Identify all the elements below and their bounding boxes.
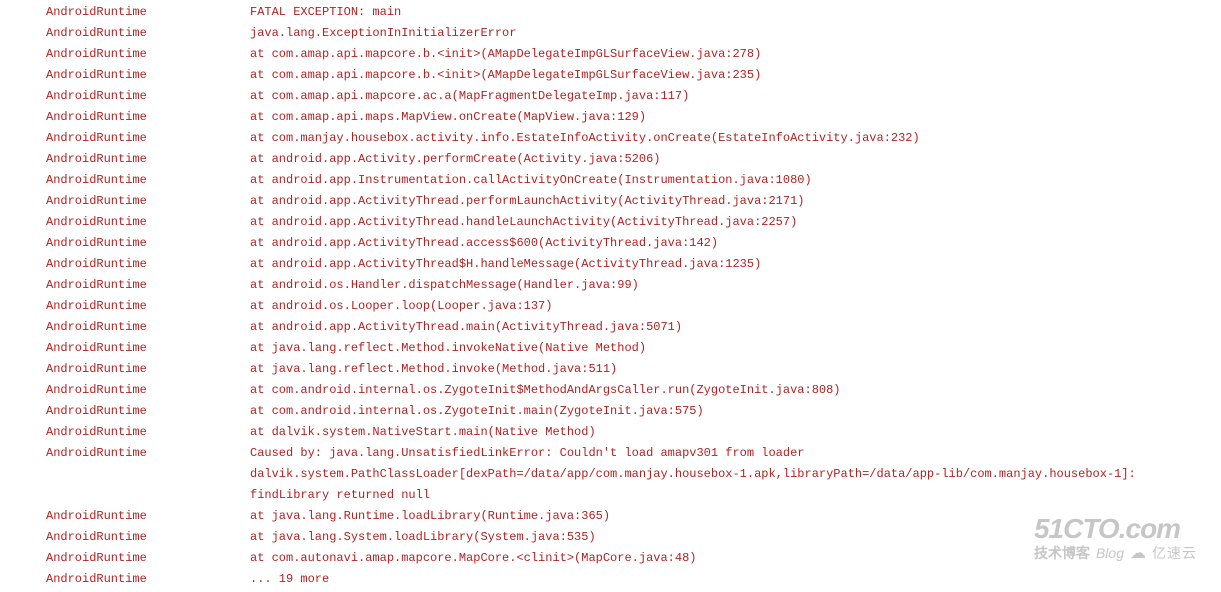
log-message: at com.manjay.housebox.activity.info.Est… [200, 128, 920, 149]
log-message: at android.app.Activity.performCreate(Ac… [200, 149, 660, 170]
log-line: AndroidRuntime at android.app.Instrument… [0, 170, 1221, 191]
log-tag: AndroidRuntime [0, 338, 200, 359]
log-tag: AndroidRuntime [0, 275, 200, 296]
log-message: Caused by: java.lang.UnsatisfiedLinkErro… [200, 443, 1160, 506]
log-line: AndroidRuntime at com.amap.api.maps.MapV… [0, 107, 1221, 128]
log-tag: AndroidRuntime [0, 107, 200, 128]
log-tag: AndroidRuntime [0, 443, 200, 506]
log-tag: AndroidRuntime [0, 506, 200, 527]
log-tag: AndroidRuntime [0, 359, 200, 380]
log-message: at android.app.Instrumentation.callActiv… [200, 170, 812, 191]
log-tag: AndroidRuntime [0, 86, 200, 107]
log-line: AndroidRuntime at com.manjay.housebox.ac… [0, 128, 1221, 149]
log-line: AndroidRuntime java.lang.ExceptionInInit… [0, 23, 1221, 44]
log-line: AndroidRuntime at java.lang.Runtime.load… [0, 506, 1221, 527]
log-tag: AndroidRuntime [0, 128, 200, 149]
log-line: AndroidRuntime Caused by: java.lang.Unsa… [0, 443, 1221, 506]
log-message: at android.app.ActivityThread.performLau… [200, 191, 805, 212]
log-tag: AndroidRuntime [0, 317, 200, 338]
log-tag: AndroidRuntime [0, 170, 200, 191]
log-tag: AndroidRuntime [0, 23, 200, 44]
log-line: AndroidRuntime at android.app.ActivityTh… [0, 233, 1221, 254]
log-line: AndroidRuntime at com.amap.api.mapcore.a… [0, 86, 1221, 107]
log-line: AndroidRuntime at java.lang.reflect.Meth… [0, 359, 1221, 380]
log-message: ... 19 more [200, 569, 329, 590]
log-line: AndroidRuntime at dalvik.system.NativeSt… [0, 422, 1221, 443]
log-tag: AndroidRuntime [0, 254, 200, 275]
log-line: AndroidRuntime at android.os.Looper.loop… [0, 296, 1221, 317]
log-line: AndroidRuntime at android.os.Handler.dis… [0, 275, 1221, 296]
log-message: java.lang.ExceptionInInitializerError [200, 23, 516, 44]
log-line: AndroidRuntime at com.autonavi.amap.mapc… [0, 548, 1221, 569]
log-line: AndroidRuntime at java.lang.reflect.Meth… [0, 338, 1221, 359]
log-tag: AndroidRuntime [0, 401, 200, 422]
log-message: at com.android.internal.os.ZygoteInit$Me… [200, 380, 841, 401]
log-message: FATAL EXCEPTION: main [200, 2, 401, 23]
log-line: AndroidRuntime at com.android.internal.o… [0, 401, 1221, 422]
log-message: at dalvik.system.NativeStart.main(Native… [200, 422, 596, 443]
log-message: at java.lang.reflect.Method.invoke(Metho… [200, 359, 617, 380]
log-message: at java.lang.System.loadLibrary(System.j… [200, 527, 596, 548]
log-tag: AndroidRuntime [0, 65, 200, 86]
log-message: at com.amap.api.mapcore.b.<init>(AMapDel… [200, 44, 761, 65]
log-tag: AndroidRuntime [0, 191, 200, 212]
log-tag: AndroidRuntime [0, 527, 200, 548]
log-message: at com.android.internal.os.ZygoteInit.ma… [200, 401, 704, 422]
log-line: AndroidRuntime at android.app.ActivityTh… [0, 317, 1221, 338]
log-tag: AndroidRuntime [0, 233, 200, 254]
log-tag: AndroidRuntime [0, 380, 200, 401]
log-message: at android.app.ActivityThread.access$600… [200, 233, 718, 254]
log-message: at com.amap.api.mapcore.b.<init>(AMapDel… [200, 65, 761, 86]
log-tag: AndroidRuntime [0, 422, 200, 443]
log-tag: AndroidRuntime [0, 548, 200, 569]
log-message: at java.lang.Runtime.loadLibrary(Runtime… [200, 506, 610, 527]
log-message: at java.lang.reflect.Method.invokeNative… [200, 338, 646, 359]
log-line: AndroidRuntime FATAL EXCEPTION: main [0, 2, 1221, 23]
log-line: AndroidRuntime at com.amap.api.mapcore.b… [0, 44, 1221, 65]
log-message: at com.autonavi.amap.mapcore.MapCore.<cl… [200, 548, 696, 569]
log-line: AndroidRuntime at android.app.ActivityTh… [0, 254, 1221, 275]
log-tag: AndroidRuntime [0, 44, 200, 65]
log-message: at android.os.Handler.dispatchMessage(Ha… [200, 275, 639, 296]
log-line: AndroidRuntime ... 19 more [0, 569, 1221, 590]
log-message: at com.amap.api.maps.MapView.onCreate(Ma… [200, 107, 646, 128]
log-message: at com.amap.api.mapcore.ac.a(MapFragment… [200, 86, 689, 107]
log-line: AndroidRuntime at com.android.internal.o… [0, 380, 1221, 401]
log-tag: AndroidRuntime [0, 569, 200, 590]
log-line: AndroidRuntime at android.app.ActivityTh… [0, 212, 1221, 233]
log-tag: AndroidRuntime [0, 296, 200, 317]
log-message: at android.app.ActivityThread$H.handleMe… [200, 254, 761, 275]
log-line: AndroidRuntime at com.amap.api.mapcore.b… [0, 65, 1221, 86]
log-tag: AndroidRuntime [0, 212, 200, 233]
log-message: at android.app.ActivityThread.main(Activ… [200, 317, 682, 338]
log-line: AndroidRuntime at android.app.Activity.p… [0, 149, 1221, 170]
log-message: at android.app.ActivityThread.handleLaun… [200, 212, 797, 233]
log-line: AndroidRuntime at android.app.ActivityTh… [0, 191, 1221, 212]
log-tag: AndroidRuntime [0, 2, 200, 23]
log-line: AndroidRuntime at java.lang.System.loadL… [0, 527, 1221, 548]
log-output[interactable]: AndroidRuntime FATAL EXCEPTION: main And… [0, 0, 1221, 592]
log-message: at android.os.Looper.loop(Looper.java:13… [200, 296, 552, 317]
log-tag: AndroidRuntime [0, 149, 200, 170]
